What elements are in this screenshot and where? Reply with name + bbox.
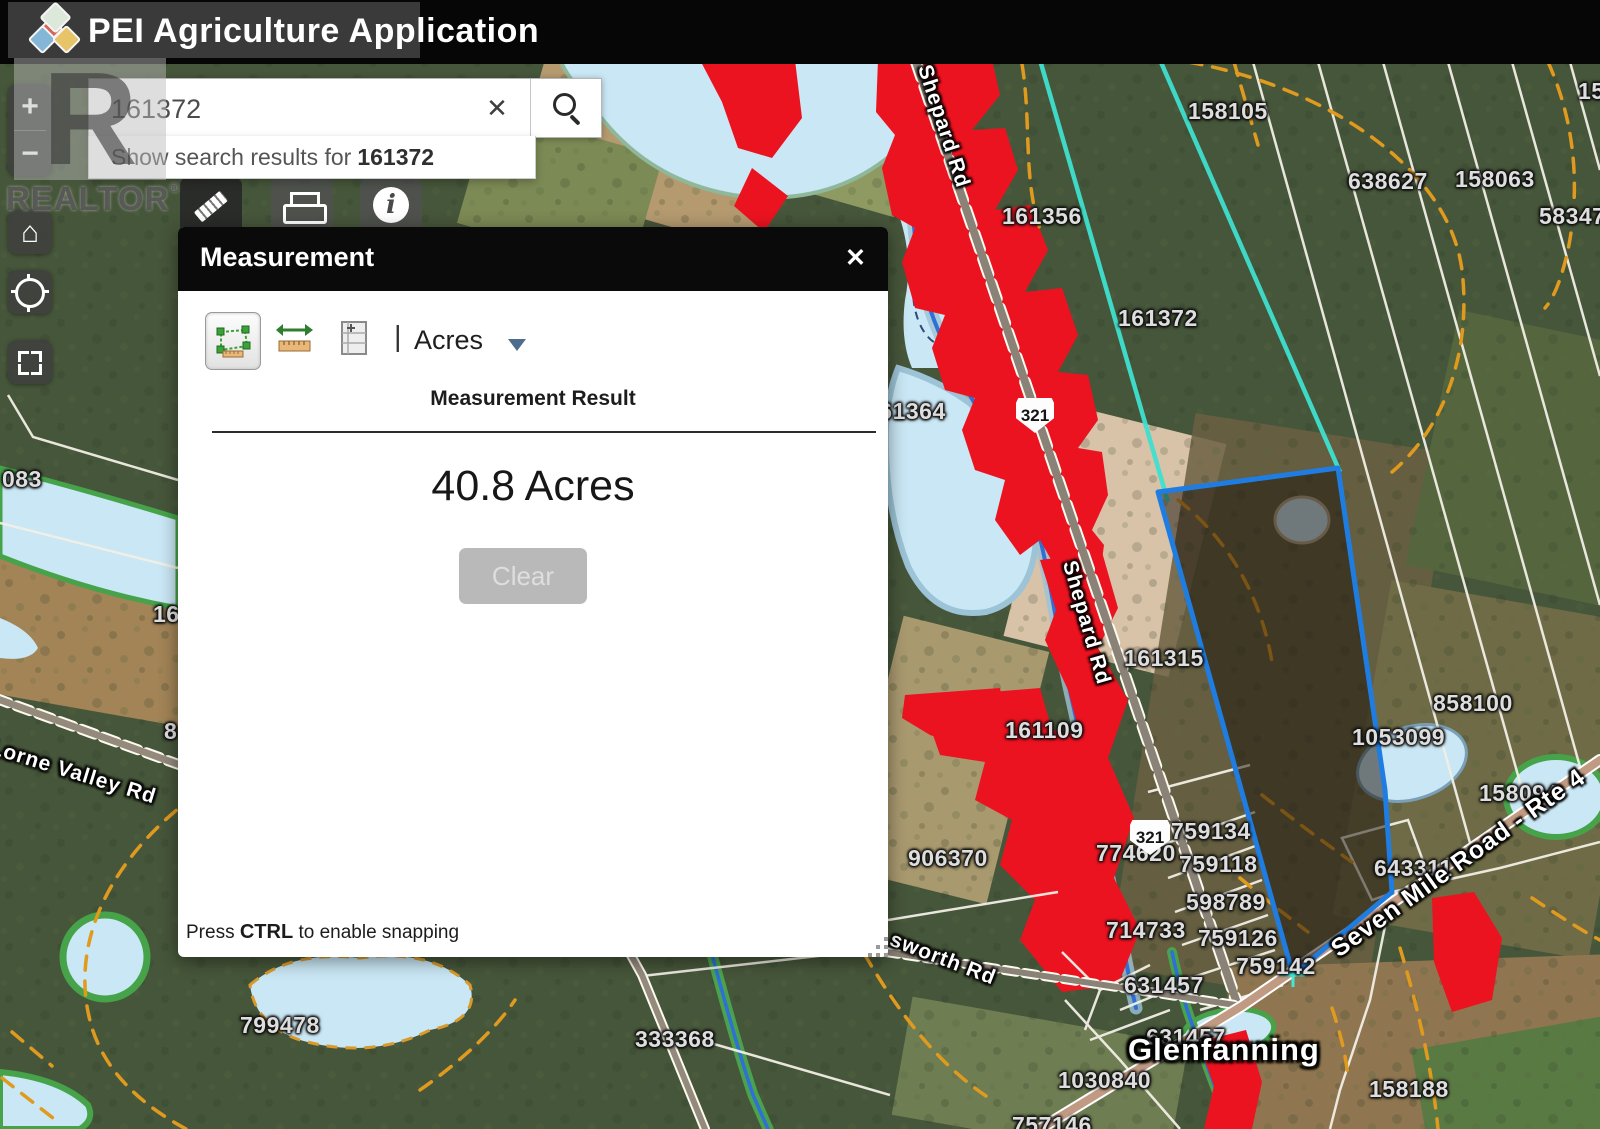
parcel-label: 158063 [1455,166,1535,193]
route-number: 321 [1021,406,1049,426]
clear-search-icon[interactable]: ✕ [479,89,515,127]
parcel-label: 759126 [1198,925,1278,952]
dialog-title: Measurement [200,242,374,273]
fullscreen-icon [18,351,42,375]
unit-dropdown[interactable]: Acres [414,325,483,356]
parcel-label: 631457 [1124,972,1204,999]
clear-button[interactable]: Clear [459,548,587,604]
parcel-label: 8 [164,718,177,745]
location-tool-icon [338,319,370,357]
search-icon [553,93,576,116]
minus-icon: − [21,139,39,169]
route-number: 321 [1136,828,1164,848]
parcel-label: 757146 [1012,1112,1092,1129]
parcel-label: 858100 [1433,690,1513,717]
locate-icon [15,278,45,308]
dialog-titlebar[interactable]: Measurement ✕ [178,227,888,291]
suggestion-text: Show search results for [111,144,351,171]
parcel-label: 161109 [1005,717,1083,744]
divider [212,431,876,433]
parcel-label: 759142 [1236,953,1316,980]
parcel-label: 1053099 [1352,724,1445,751]
measurement-result-value: 40.8 Acres [178,462,888,511]
parcel-label: 158105 [1188,98,1268,125]
parcel-label: 759118 [1179,851,1257,878]
parcel-label: 333368 [635,1026,715,1053]
area-measure-button[interactable] [205,312,261,370]
parcel-label: 759134 [1171,818,1251,845]
plus-icon: + [21,92,39,122]
zoom-in-button[interactable]: + [8,84,52,130]
parcel-label: 598789 [1186,889,1266,916]
ctrl-key-label: CTRL [240,921,293,943]
parcel-label: 1030840 [1058,1067,1151,1094]
home-icon: ⌂ [21,218,39,248]
search-input[interactable] [109,91,463,127]
distance-measure-button[interactable] [275,320,315,361]
parcel-label: 16 [153,601,180,628]
fullscreen-button[interactable] [8,340,52,384]
distance-tool-icon [275,320,315,356]
parcel-label: 906370 [908,845,988,872]
search-button[interactable] [531,79,601,137]
app-title: PEI Agriculture Application [88,12,539,51]
my-location-button[interactable] [8,270,52,314]
parcel-label: 58347 [1539,203,1600,230]
area-tool-icon [215,324,251,358]
unit-separator: | [394,321,402,354]
search-box: ✕ [88,78,602,138]
home-extent-button[interactable]: ⌂ [8,210,52,254]
parcel-label: 638627 [1348,168,1428,195]
ruler-icon [194,191,228,223]
location-measure-button[interactable] [338,319,370,362]
result-heading: Measurement Result [178,387,888,411]
parcel-label: 083 [2,466,42,493]
parcel-label: 161315 [1124,645,1204,672]
parcel-label: 714733 [1106,917,1186,944]
search-suggestion[interactable]: Show search results for 161372 [88,136,536,179]
parcel-label: 158188 [1369,1076,1449,1103]
suggestion-term: 161372 [357,144,434,171]
parcel-label: 161356 [1002,203,1082,230]
measurement-dialog: Measurement ✕ [178,227,888,957]
parcel-label: 161372 [1118,305,1198,332]
snapping-hint: Press CTRL to enable snapping [186,921,459,944]
parcel-label: 799478 [240,1012,320,1039]
zoom-out-button[interactable]: − [8,131,52,177]
resize-handle[interactable] [876,945,880,949]
zoom-controls: + − [8,84,52,176]
info-icon: i [373,187,409,223]
place-label: Glenfanning [1128,1032,1320,1068]
app-logo-icon [28,5,82,59]
chevron-down-icon[interactable] [508,339,526,351]
parcel-label: 15 [1578,78,1600,105]
close-icon[interactable]: ✕ [845,243,866,273]
application-window: 158105 638627 158063 58347 15 161356 161… [0,0,1600,1129]
